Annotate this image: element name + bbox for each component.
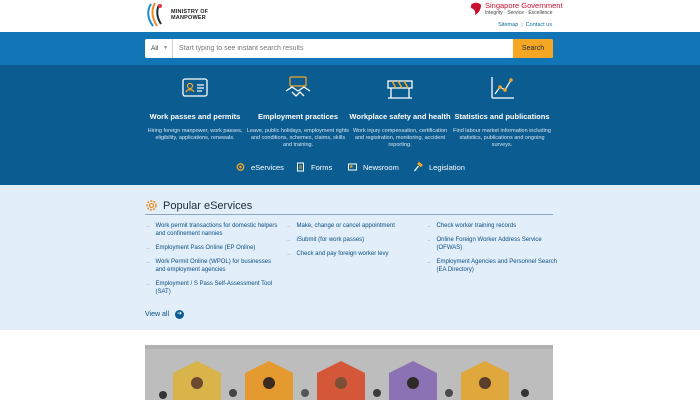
service-desc: Find labour market information including… (453, 128, 551, 148)
workers-illustration (145, 345, 553, 400)
quick-links: eServices Forms Newsroom Legislation (0, 162, 700, 176)
arrow-right-icon: → (286, 237, 292, 243)
search-scope-value: All (151, 45, 159, 52)
arrow-right-icon: → (286, 251, 292, 257)
sitemap-link[interactable]: Sitemap (498, 22, 518, 28)
arrow-right-icon: → (145, 245, 151, 251)
chevron-down-icon: ▼ (163, 45, 168, 51)
eservices-column-2: → Make, change or cancel appointment → iSu… (286, 222, 421, 264)
utility-links: Sitemap | Contact us (498, 22, 552, 28)
arrow-right-icon: → (426, 223, 432, 229)
quicklink-legislation[interactable]: Legislation (413, 162, 465, 172)
quicklink-label: Forms (311, 162, 333, 172)
eservice-link[interactable]: → Employment Agencies and Personnel Searc… (426, 258, 561, 274)
gov-title: Singapore Government (485, 2, 563, 10)
eservice-link-label: Work permit transactions for domestic he… (155, 223, 278, 237)
eservice-link-label: Check worker training records (436, 223, 517, 229)
services-band: Work passes and permits Hiring foreign m… (0, 65, 700, 185)
search-input[interactable] (173, 39, 513, 58)
arrow-right-icon: → (145, 223, 151, 229)
gov-title-b: Government (521, 1, 563, 10)
view-all-label: View all (145, 311, 169, 318)
gear-icon (146, 200, 157, 211)
singapore-government-logo[interactable]: Singapore Government Integrity · Service… (470, 2, 563, 16)
popular-title: Popular eServices (163, 199, 253, 212)
eservice-link-label: Check and pay foreign worker levy (296, 251, 389, 257)
service-work-passes[interactable]: Work passes and permits Hiring foreign m… (143, 75, 247, 142)
search-band: All ▼ Search (0, 32, 700, 65)
arrow-right-icon: → (145, 281, 151, 287)
service-title: Statistics and publications (454, 112, 550, 121)
gavel-icon (413, 162, 423, 172)
service-employment-practices[interactable]: Employment practices Leave, public holid… (246, 75, 350, 149)
eservices-column-3: → Check worker training records → Online F… (426, 222, 561, 280)
quicklink-label: eServices (251, 162, 284, 172)
service-workplace-safety[interactable]: Workplace safety and health Work injury … (348, 75, 452, 149)
logo-text: MINISTRY OF MANPOWER (171, 9, 208, 21)
eservice-link-label: Make, change or cancel appointment (296, 223, 395, 229)
id-card-icon (182, 78, 208, 97)
service-desc: Leave, public holidays, employment right… (246, 128, 350, 148)
gov-tagline: Integrity · Service · Excellence (485, 10, 553, 16)
gov-title-a: Singapore (485, 1, 522, 10)
lion-head-icon (471, 2, 481, 15)
arrow-right-circle-icon: ➔ (175, 310, 184, 319)
gear-icon (236, 163, 245, 171)
hero-banner-illustration (145, 345, 553, 400)
eservice-link[interactable]: → iSubmit (for work passes) (286, 236, 421, 244)
quicklink-forms[interactable]: Forms (295, 162, 332, 172)
eservice-link[interactable]: → Work Permit Online (WPOL) for businesse… (145, 258, 280, 274)
quicklink-newsroom[interactable]: Newsroom (347, 162, 399, 172)
popular-heading: Popular eServices (145, 199, 252, 212)
logo-line-2: MANPOWER (171, 15, 206, 21)
quicklink-label: Legislation (429, 162, 465, 172)
eservice-link[interactable]: → Make, change or cancel appointment (286, 222, 421, 230)
arrow-right-icon: → (145, 259, 151, 265)
service-desc: Work injury compensation, certification … (352, 128, 448, 148)
chart-icon (491, 77, 514, 99)
service-title: Work passes and permits (149, 112, 241, 121)
document-icon (297, 162, 304, 172)
arrow-right-icon: → (426, 259, 432, 265)
mom-logo[interactable]: MINISTRY OF MANPOWER (145, 2, 208, 28)
eservice-link-label: Employment Agencies and Personnel Search… (436, 259, 557, 273)
eservice-link[interactable]: → Check worker training records (426, 222, 561, 230)
heading-divider (145, 214, 553, 215)
eservice-link-label: Employment Pass Online (EP Online) (155, 245, 256, 251)
handshake-icon (285, 76, 311, 97)
eservice-link[interactable]: → Work permit transactions for domestic h… (145, 222, 280, 238)
search-box: All ▼ Search (145, 39, 553, 58)
eservice-link[interactable]: → Check and pay foreign worker levy (286, 250, 421, 258)
eservice-link-label: Work Permit Online (WPOL) for businesses… (155, 259, 272, 273)
service-title: Workplace safety and health (349, 112, 451, 121)
eservice-link-label: Online Foreign Worker Address Service (O… (436, 237, 542, 251)
contact-us-link[interactable]: Contact us (526, 22, 552, 28)
search-button[interactable]: Search (513, 39, 553, 58)
service-statistics[interactable]: Statistics and publications Find labour … (450, 75, 554, 149)
eservice-link-label: Employment / S Pass Self-Assessment Tool… (155, 281, 273, 295)
view-all-link[interactable]: View all ➔ (145, 310, 184, 319)
arrow-right-icon: → (426, 237, 432, 243)
eservice-link[interactable]: → Employment Pass Online (EP Online) (145, 244, 280, 252)
link-separator: | (521, 22, 523, 28)
popular-eservices: Popular eServices → Work permit transacti… (0, 185, 700, 330)
barrier-icon (387, 80, 413, 99)
service-title: Employment practices (257, 112, 339, 121)
newspaper-icon (348, 163, 357, 171)
eservice-link-label: iSubmit (for work passes) (296, 237, 365, 243)
quicklink-label: Newsroom (363, 162, 399, 172)
quicklink-eservices[interactable]: eServices (235, 162, 284, 172)
search-scope-select[interactable]: All ▼ (145, 39, 173, 58)
service-desc: Hiring foreign manpower, work passes, el… (147, 128, 243, 141)
site-header: MINISTRY OF MANPOWER Singapore Governmen… (0, 0, 700, 32)
mom-logo-icon (147, 2, 162, 27)
eservice-link[interactable]: → Employment / S Pass Self-Assessment Too… (145, 280, 280, 296)
eservice-link[interactable]: → Online Foreign Worker Address Service (… (426, 236, 561, 252)
eservices-column-1: → Work permit transactions for domestic h… (145, 222, 280, 302)
arrow-right-icon: → (286, 223, 292, 229)
